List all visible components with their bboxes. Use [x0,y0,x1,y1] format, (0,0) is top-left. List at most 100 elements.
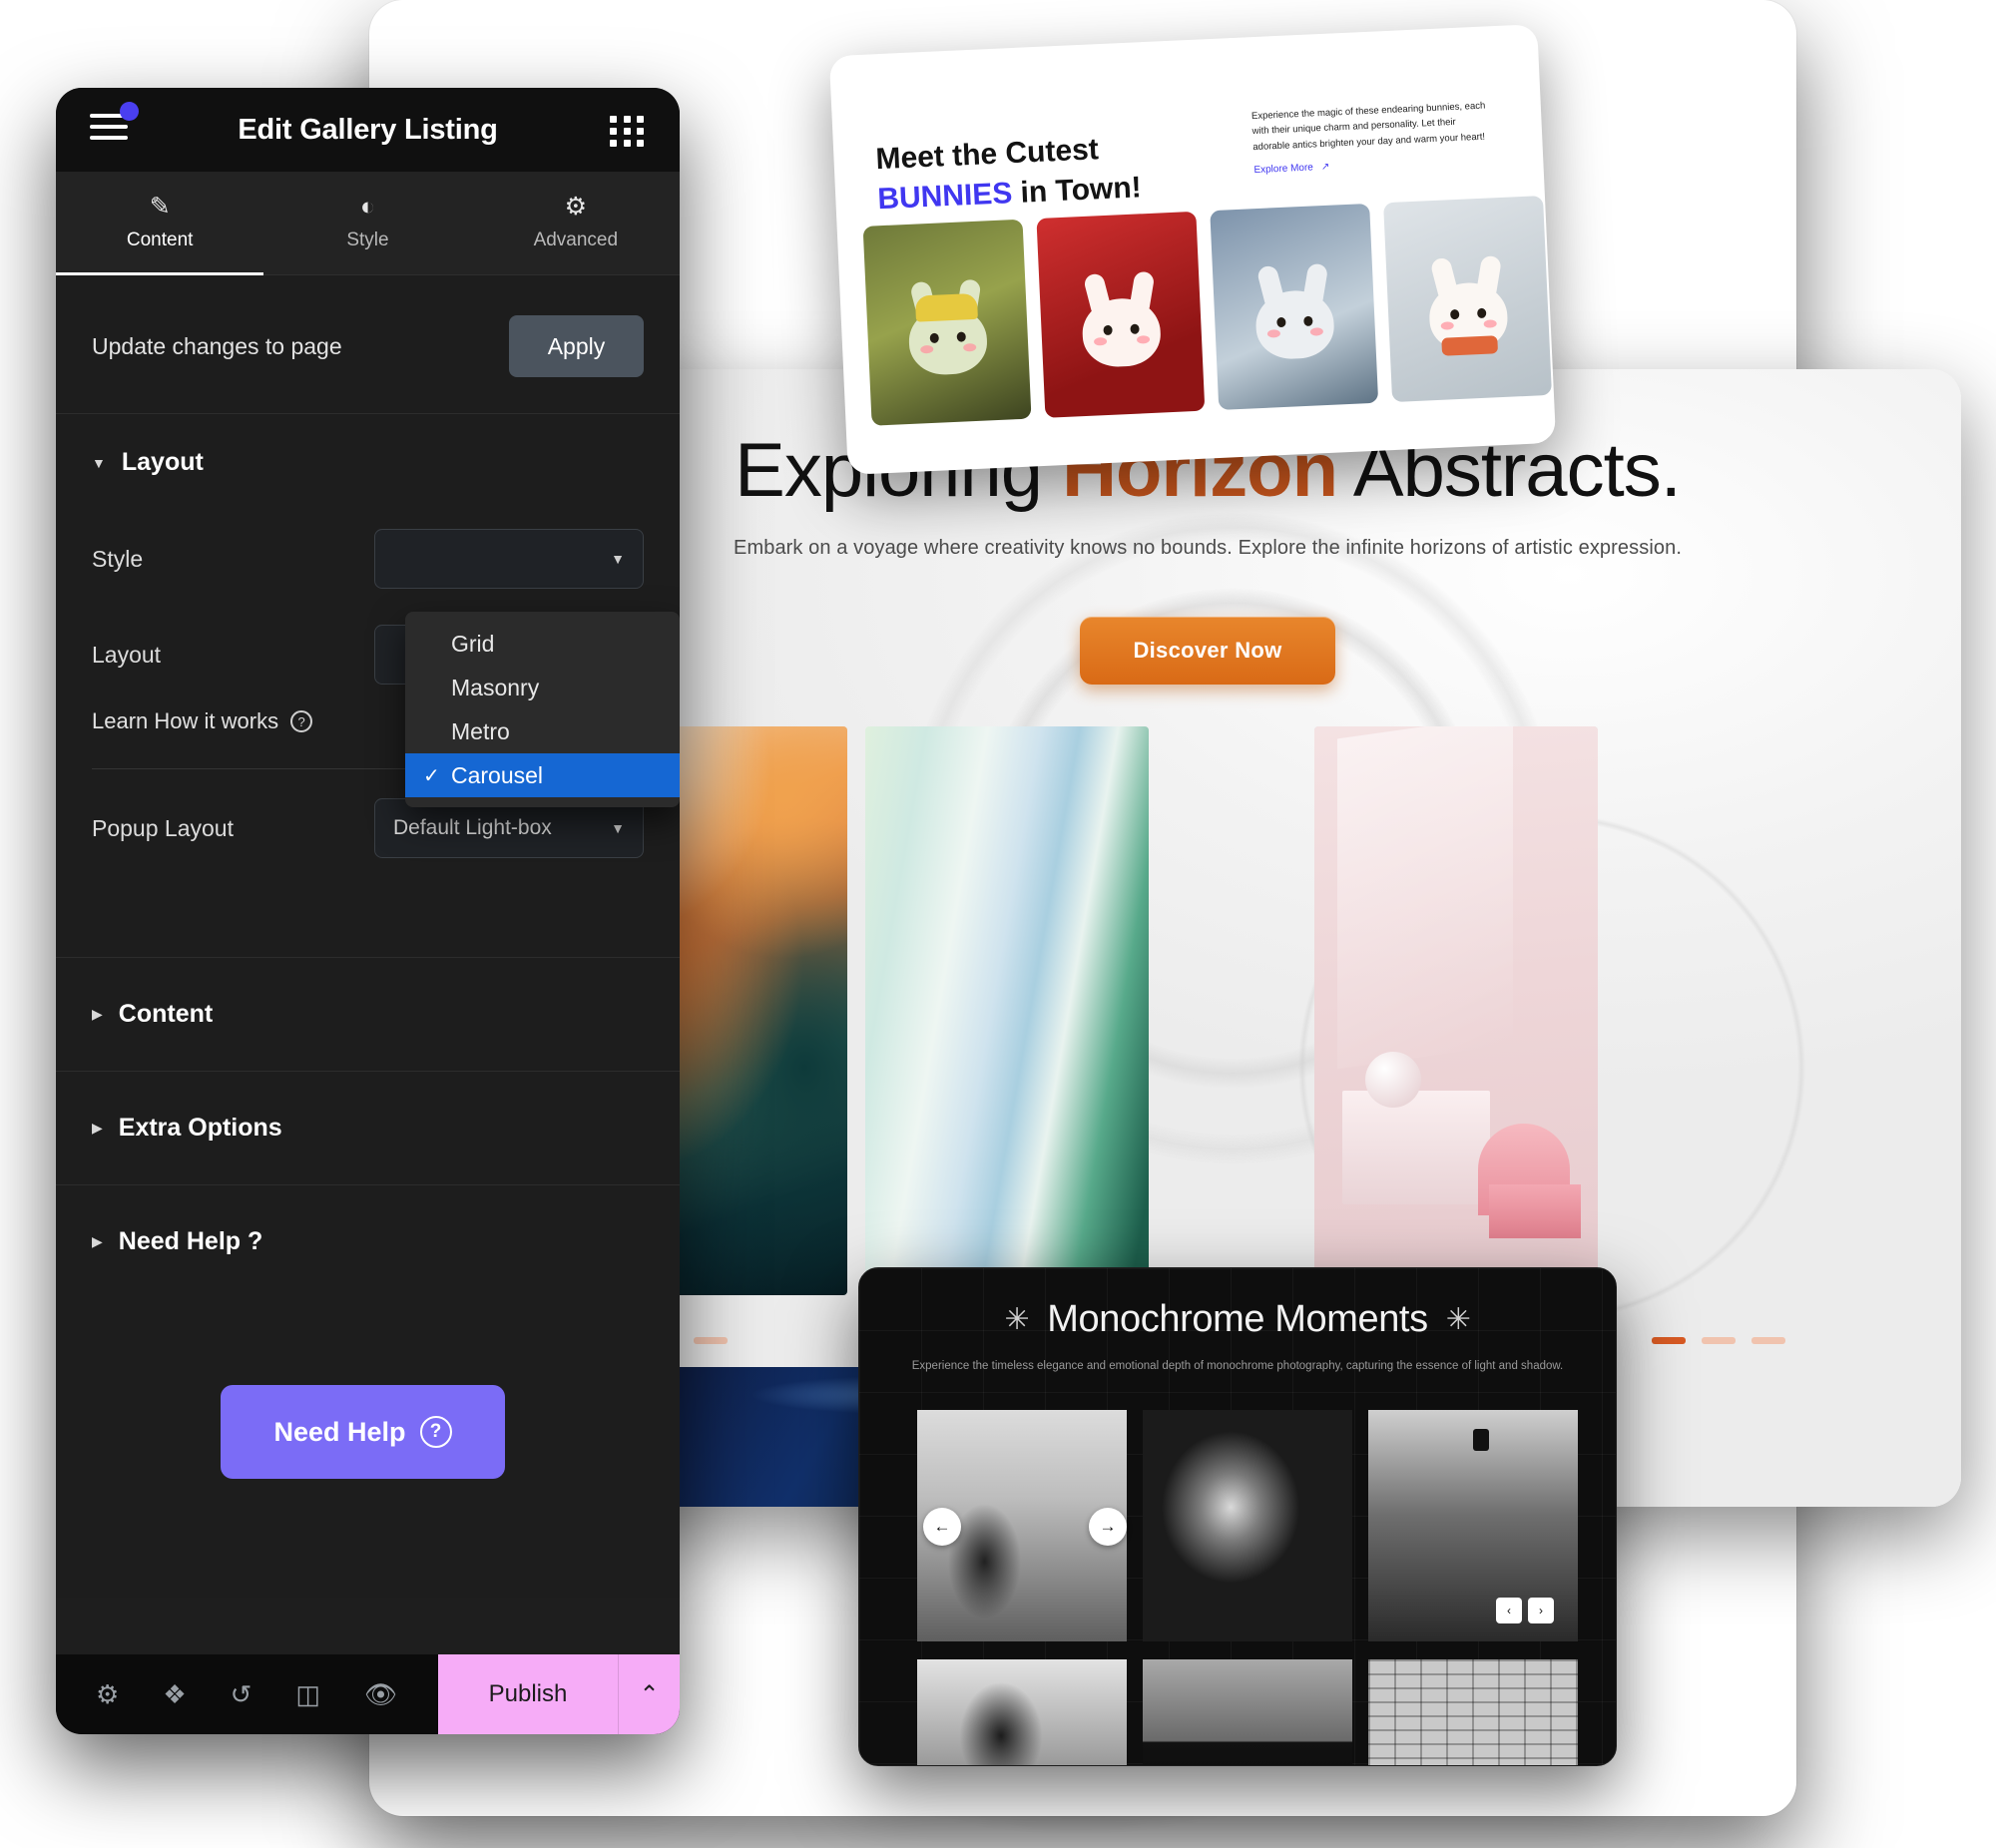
mini-next-button[interactable]: › [1528,1598,1554,1623]
monochrome-subtitle: Experience the timeless elegance and emo… [911,1360,1564,1372]
carousel-prev-button[interactable]: ← [923,1508,961,1546]
eye-icon[interactable]: 👁 [364,1681,397,1707]
tab-content[interactable]: ✎ Content [56,172,264,275]
bunnies-title-highlight: BUNNIES [876,176,1014,216]
need-help-button[interactable]: Need Help ? [221,1385,505,1479]
dropdown-option-carousel[interactable]: ✓ Carousel [405,753,680,797]
pagination-dot[interactable] [1652,1337,1686,1344]
section-content-title: Content [118,1000,214,1028]
bunnies-image-grid [862,196,1552,426]
field-popup-layout-label: Popup Layout [92,814,234,841]
bunny-image[interactable] [1210,203,1379,410]
monochrome-preview-card: ✳ Monochrome Moments ✳ Experience the ti… [858,1267,1617,1766]
section-need-help: ▶ Need Help ? [56,1184,680,1298]
bunnies-title-rest: in Town! [1011,170,1143,210]
publish-options-caret[interactable]: ⌃ [618,1654,680,1734]
bunny-image[interactable] [1036,211,1206,418]
mini-prev-button[interactable]: ‹ [1496,1598,1522,1623]
page-title: Edit Gallery Listing [238,113,498,146]
pagination-dot[interactable] [1751,1337,1785,1344]
monochrome-image[interactable] [1368,1659,1578,1765]
discover-now-button[interactable]: Discover Now [1080,617,1335,685]
bunnies-header: Meet the Cutest BUNNIES in Town! Experie… [829,24,1544,216]
gear-icon[interactable]: ⚙ [96,1681,119,1707]
tab-advanced[interactable]: ⚙ Advanced [472,172,680,274]
section-content-header[interactable]: ▶ Content [56,958,680,1071]
gallery-tile[interactable] [865,726,1149,1295]
monochrome-image[interactable] [917,1659,1127,1765]
chevron-right-icon: ▶ [92,1233,103,1249]
learn-how-it-works-label: Learn How it works [92,708,279,733]
section-content: ▶ Content [56,957,680,1071]
editor-header: Edit Gallery Listing [56,88,680,172]
sparkle-icon-right: ✳ [1445,1303,1471,1336]
bunnies-preview-card: Meet the Cutest BUNNIES in Town! Experie… [828,24,1557,475]
bunnies-title-line1: Meet the Cutest [874,133,1100,177]
pagination-dot[interactable] [1702,1337,1736,1344]
section-layout-title: Layout [121,448,204,476]
dropdown-option-label: Carousel [451,761,544,788]
popup-layout-value: Default Light-box [393,816,552,839]
section-need-help-title: Need Help ? [118,1227,263,1255]
need-help-label: Need Help [273,1416,406,1447]
layers-icon[interactable]: ❖ [163,1681,186,1707]
carousel-pagination-right[interactable] [1652,1337,1785,1344]
tab-advanced-label: Advanced [533,230,619,250]
responsive-icon[interactable]: ◫ [295,1681,320,1707]
hamburger-icon[interactable] [90,114,128,147]
monochrome-title: ✳ Monochrome Moments ✳ [859,1298,1616,1341]
dropdown-option-label: Grid [451,630,495,657]
gear-icon: ⚙ [564,193,588,221]
carousel-next-button[interactable]: → [1089,1508,1127,1546]
tab-style-label: Style [346,230,389,250]
apply-row-label: Update changes to page [92,332,342,359]
tab-content-label: Content [126,230,194,250]
field-style: Style ▼ [56,511,680,607]
apply-row: Update changes to page Apply [56,275,680,413]
section-extra-options-title: Extra Options [118,1114,282,1142]
dropdown-option-masonry[interactable]: ✓ Masonry [405,666,680,709]
gallery-editor-panel: Edit Gallery Listing ✎ Content ◐ Style ⚙… [56,88,680,1734]
pencil-icon: ✎ [149,193,171,221]
layout-options-dropdown[interactable]: ✓ Grid ✓ Masonry ✓ Metro ✓ Carousel [405,612,680,807]
chevron-down-icon: ▼ [92,454,106,471]
tab-style[interactable]: ◐ Style [263,172,471,274]
check-icon: ✓ [423,764,440,787]
monochrome-mini-nav: ‹ › [1496,1598,1554,1623]
explore-more-link[interactable]: Explore More ↗ [1253,162,1329,176]
monochrome-title-text: Monochrome Moments [1047,1298,1428,1340]
bunnies-title: Meet the Cutest BUNNIES in Town! [875,128,1143,219]
style-select[interactable]: ▼ [374,529,644,589]
monochrome-image[interactable] [1143,1410,1352,1641]
field-layout-label: Layout [92,641,162,668]
popup-layout-select[interactable]: Default Light-box ▼ [374,798,644,858]
bunny-image[interactable] [862,219,1032,426]
screenshot-stage: Exploring Horizon Abstracts. Embark on a… [0,0,1996,1848]
dropdown-option-label: Metro [451,717,510,744]
section-extra-options-header[interactable]: ▶ Extra Options [56,1072,680,1184]
chevron-right-icon: ▶ [92,1006,103,1022]
monochrome-image[interactable] [1143,1659,1352,1765]
arrow-up-right-icon: ↗ [1320,161,1330,174]
history-icon[interactable]: ↺ [231,1681,252,1707]
chevron-down-icon: ▼ [611,820,625,836]
dropdown-option-label: Masonry [451,674,540,700]
contrast-icon: ◐ [359,193,376,221]
pagination-dot[interactable] [694,1337,728,1344]
chevron-down-icon: ▼ [611,551,625,567]
dropdown-option-metro[interactable]: ✓ Metro [405,709,680,753]
monochrome-row-2 [917,1659,1578,1765]
publish-button[interactable]: Publish [438,1654,618,1734]
question-mark-icon: ? [290,710,313,732]
bunny-image[interactable] [1383,196,1552,403]
editor-footer-toolbar: ⚙ ❖ ↺ ◫ 👁 Publish ⌃ [56,1654,680,1734]
chevron-right-icon: ▶ [92,1120,103,1136]
section-need-help-header[interactable]: ▶ Need Help ? [56,1185,680,1298]
hero-gallery-tiles [454,726,1961,1345]
notification-dot-icon [120,102,139,121]
dropdown-option-grid[interactable]: ✓ Grid [405,622,680,666]
apply-button[interactable]: Apply [509,315,644,377]
gallery-tile[interactable] [1314,726,1598,1295]
app-grid-icon[interactable] [610,116,646,147]
section-layout-header[interactable]: ▼ Layout [56,414,680,511]
